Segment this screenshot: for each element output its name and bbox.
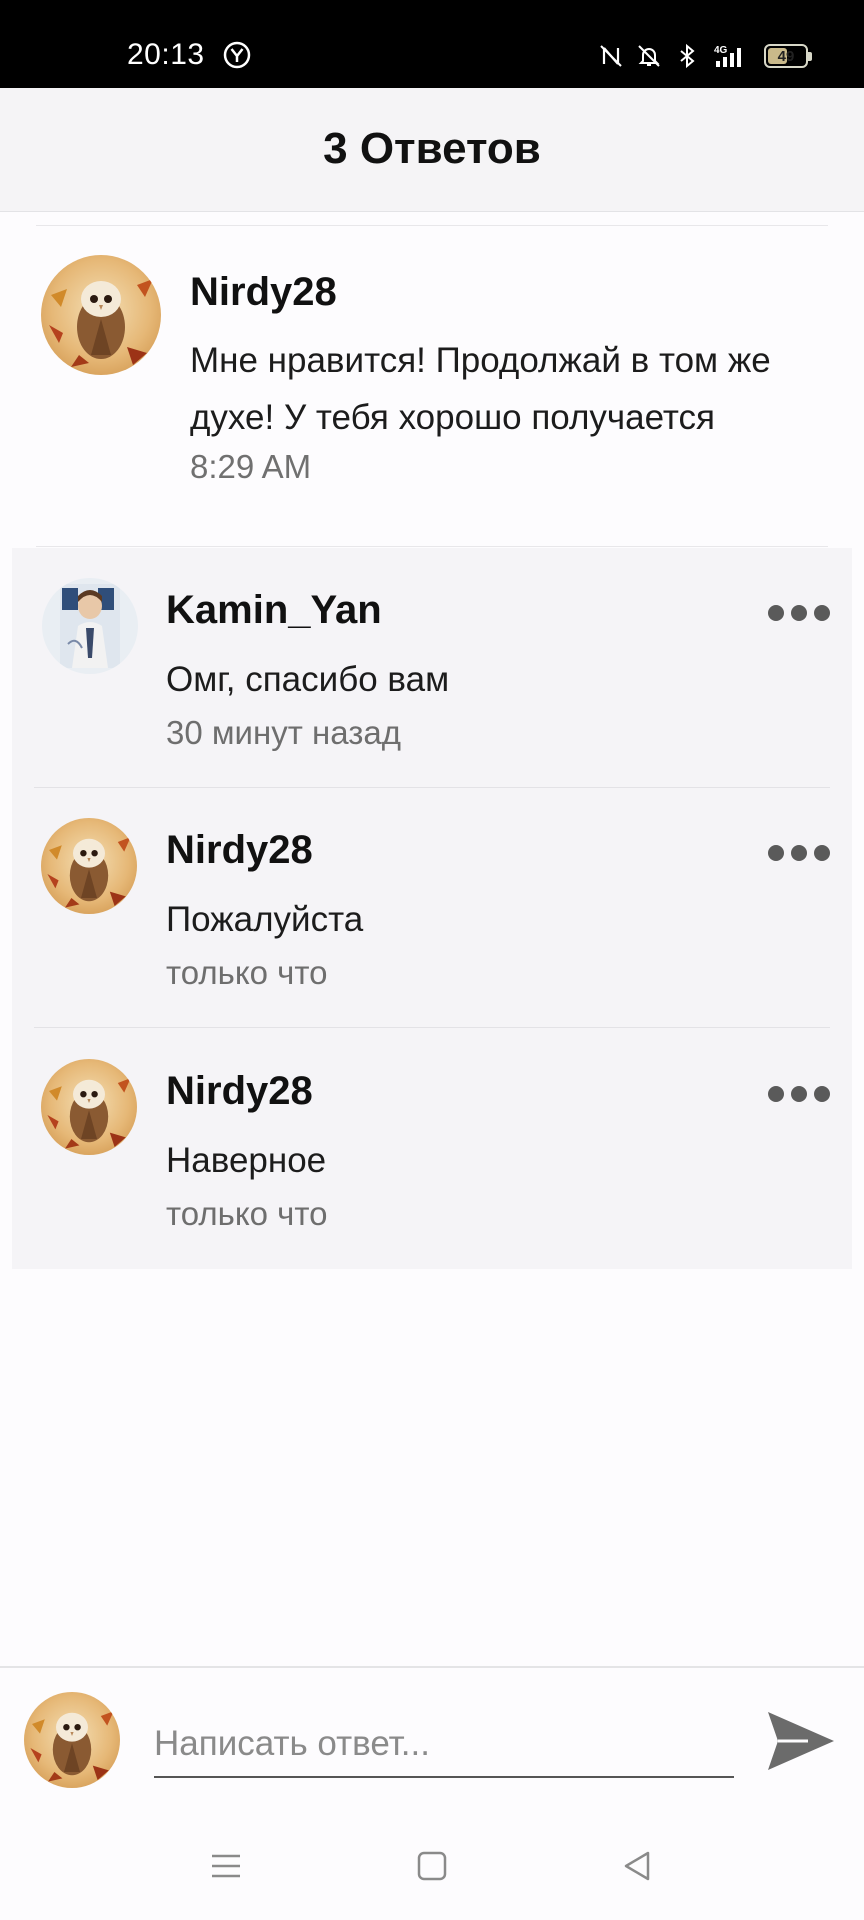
system-nav-bar [0,1816,864,1920]
battery-icon: 49 [764,44,812,68]
reply-time: только что [166,954,328,991]
reply-text: Наверное [166,1141,327,1180]
owl-avatar-art [49,279,153,367]
owl-avatar[interactable] [41,1059,137,1155]
y-circle-icon [223,41,251,69]
replies-list: Kamin_Yan Омг, спасибо вам 30 минут наза… [12,548,852,1269]
signal-4g-icon: 4G [714,45,741,67]
reply-composer [0,1666,864,1816]
comment-author[interactable]: Nirdy28 [190,270,337,315]
menu-icon[interactable] [206,1846,246,1886]
reply-time: только что [166,1195,328,1232]
reply-item[interactable]: Nirdy28 Наверное только что [12,1029,852,1269]
back-triangle-icon[interactable] [618,1846,658,1886]
owl-avatar[interactable] [24,1692,120,1788]
owl-avatar-art [47,837,131,908]
more-horizontal-icon[interactable] [768,602,830,624]
more-horizontal-icon[interactable] [768,1083,830,1105]
anime-avatar-art [60,584,120,668]
reply-author[interactable]: Kamin_Yan [166,588,382,633]
owl-avatar-art [47,1078,131,1149]
battery-level: 49 [777,47,795,65]
app-screen: 20:13 4G 49 3 Ответов Nirdy28 Мне нравит… [0,0,864,1920]
anime-avatar[interactable] [42,578,138,674]
divider [36,546,828,547]
reply-author[interactable]: Nirdy28 [166,1069,313,1114]
bell-off-icon [638,45,660,67]
thread-header: 3 Ответов [0,88,864,212]
bluetooth-icon [680,43,695,69]
more-horizontal-icon[interactable] [768,842,830,864]
send-icon[interactable] [764,1706,838,1776]
status-time: 20:13 [127,38,205,71]
owl-avatar[interactable] [41,255,161,375]
reply-text: Пожалуйста [166,900,364,939]
reply-item[interactable]: Kamin_Yan Омг, спасибо вам 30 минут наза… [12,548,852,788]
reply-time: 30 минут назад [166,714,401,751]
parent-comment[interactable]: Nirdy28 Мне нравится! Продолжай в том же… [0,226,864,546]
reply-author[interactable]: Nirdy28 [166,828,313,873]
nfc-icon [600,45,622,67]
comment-time: 8:29 AM [190,448,312,485]
comment-text: Мне нравится! Продолжай в том же духе! У… [190,341,771,437]
reply-item[interactable]: Nirdy28 Пожалуйста только что [12,788,852,1028]
svg-text:4G: 4G [714,45,728,56]
status-bar: 20:13 4G 49 [0,0,864,88]
status-icons: 4G 49 [598,40,812,72]
reply-input[interactable] [154,1718,734,1778]
page-title: 3 Ответов [323,124,541,173]
divider [34,1027,830,1028]
owl-avatar[interactable] [41,818,137,914]
reply-text: Омг, спасибо вам [166,660,450,699]
home-square-icon[interactable] [412,1846,452,1886]
owl-avatar-art [30,1711,114,1782]
